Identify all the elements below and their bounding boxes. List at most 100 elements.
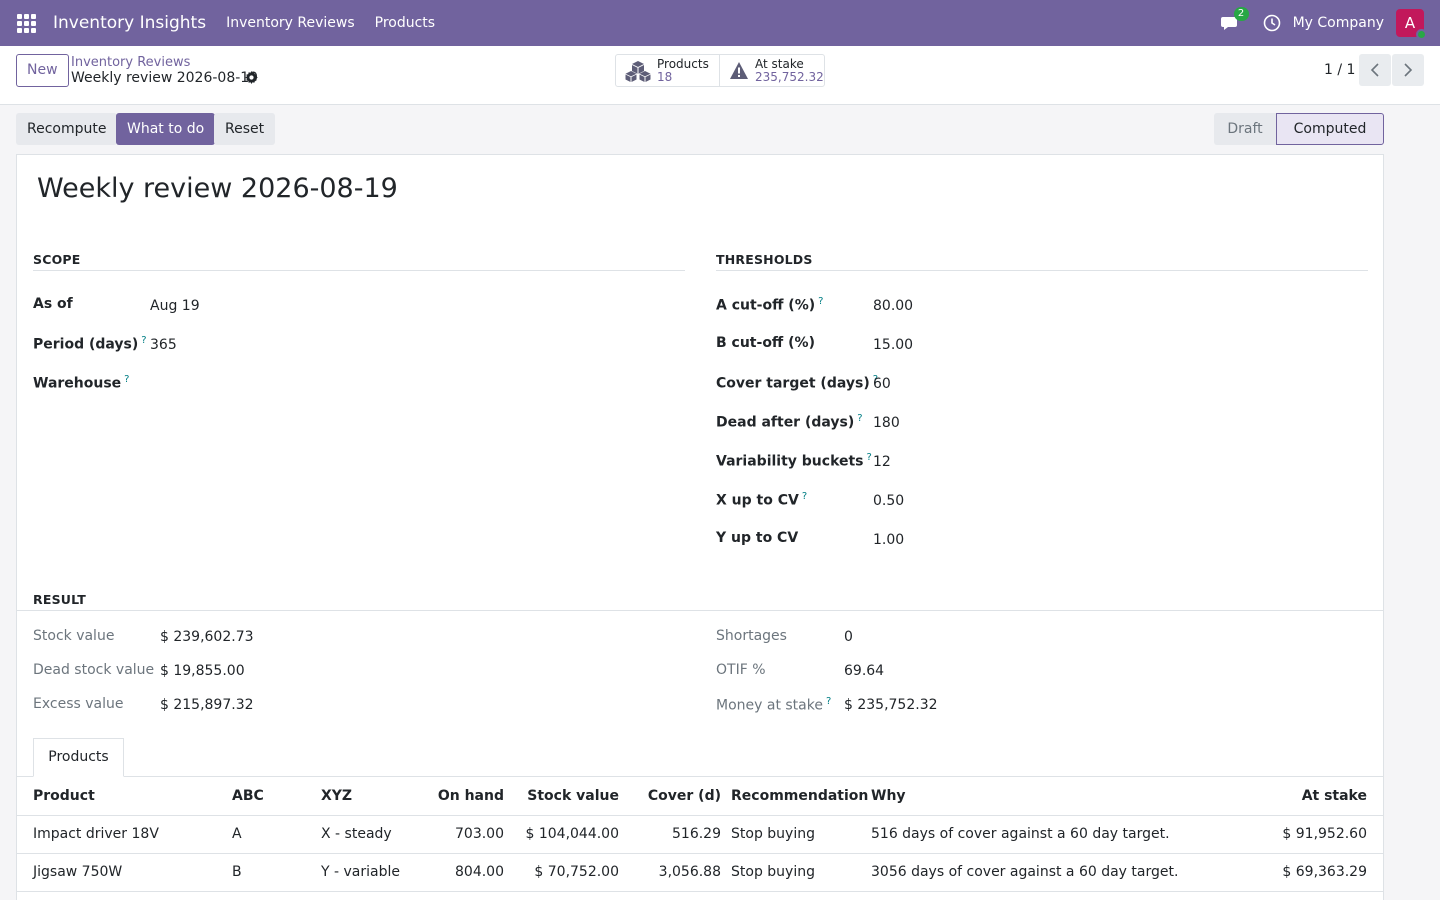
help-icon[interactable]: ? <box>857 413 862 424</box>
app-menu-icon[interactable] <box>17 12 43 34</box>
status-draft[interactable]: Draft <box>1214 113 1276 145</box>
clock-icon[interactable] <box>1263 14 1281 32</box>
excess-value-field: $ 215,897.32 <box>160 697 254 713</box>
y-cv-label: Y up to CV <box>716 530 799 546</box>
cell-cover: 3,056.88 <box>619 853 721 892</box>
company-switcher[interactable]: My Company <box>1293 15 1384 31</box>
col-on-hand[interactable]: On hand <box>421 777 504 816</box>
excess-value-label: Excess value <box>33 696 124 712</box>
products-table: Product ABC XYZ On hand Stock value Cove… <box>17 777 1383 892</box>
smart-stake-value: 235,752.32 <box>755 69 824 84</box>
col-xyz[interactable]: XYZ <box>321 777 421 816</box>
a-cutoff-label: A cut-off (%)? <box>716 296 824 314</box>
y-cv-field[interactable]: 1.00 <box>873 532 904 548</box>
smart-stake-label: At stake <box>755 56 804 71</box>
money-at-stake-field: $ 235,752.32 <box>844 697 938 713</box>
at-stake-smart-button[interactable]: At stake 235,752.32 <box>719 54 825 87</box>
cell-on-hand: 804.00 <box>421 853 504 892</box>
cell-xyz: X - steady <box>321 815 421 854</box>
cover-target-field[interactable]: 60 <box>873 376 891 392</box>
col-cover[interactable]: Cover (d) <box>619 777 721 816</box>
pager-previous-button[interactable] <box>1359 54 1391 86</box>
col-why[interactable]: Why <box>871 777 1243 816</box>
otif-field: 69.64 <box>844 663 885 679</box>
help-icon[interactable]: ? <box>141 335 146 346</box>
control-panel: New Inventory Reviews Weekly review 2026… <box>0 46 1440 105</box>
scope-divider <box>33 270 685 271</box>
status-computed[interactable]: Computed <box>1276 113 1384 145</box>
x-cv-field[interactable]: 0.50 <box>873 493 904 509</box>
col-recommendation[interactable]: Recommendation <box>721 777 871 816</box>
as-of-field[interactable]: Aug 19 <box>150 298 200 314</box>
avatar[interactable]: A <box>1396 9 1427 40</box>
table-row[interactable]: Impact driver 18V A X - steady 703.00 $ … <box>17 815 1383 854</box>
warehouse-label: Warehouse? <box>33 374 130 392</box>
warning-icon <box>730 62 748 79</box>
pager-next-button[interactable] <box>1392 54 1424 86</box>
table-header-row: Product ABC XYZ On hand Stock value Cove… <box>17 777 1383 816</box>
new-button[interactable]: New <box>16 54 69 87</box>
products-smart-button[interactable]: Products 18 <box>615 54 720 87</box>
cell-on-hand: 703.00 <box>421 815 504 854</box>
cell-stock-value: $ 70,752.00 <box>504 853 619 892</box>
scope-heading: SCOPE <box>33 252 81 267</box>
status-bar: Draft Computed <box>1214 113 1384 145</box>
dead-after-field[interactable]: 180 <box>873 415 900 431</box>
help-icon[interactable]: ? <box>124 374 129 385</box>
avatar-initial: A <box>1404 14 1416 32</box>
result-heading: RESULT <box>33 592 86 607</box>
cell-abc: B <box>232 853 321 892</box>
cell-at-stake: $ 91,952.60 <box>1243 815 1383 854</box>
breadcrumb[interactable]: Inventory Reviews <box>71 55 190 70</box>
cell-xyz: Y - variable <box>321 853 421 892</box>
col-at-stake[interactable]: At stake <box>1243 777 1383 816</box>
form-sheet: Weekly review 2026-08-19 SCOPE As of Aug… <box>16 154 1384 900</box>
app-brand[interactable]: Inventory Insights <box>53 13 206 33</box>
smart-products-label: Products <box>657 56 709 71</box>
help-icon[interactable]: ? <box>867 452 872 463</box>
variability-buckets-field[interactable]: 12 <box>873 454 891 470</box>
shortages-field: 0 <box>844 629 853 645</box>
cell-product: Impact driver 18V <box>17 815 232 854</box>
chevron-right-icon <box>1404 63 1413 77</box>
record-title[interactable]: Weekly review 2026-08-19 <box>37 173 398 204</box>
dead-stock-field: $ 19,855.00 <box>160 663 245 679</box>
cell-why: 516 days of cover against a 60 day targe… <box>871 815 1243 854</box>
cover-target-label: Cover target (days)? <box>716 374 879 392</box>
recompute-button[interactable]: Recompute <box>16 113 118 145</box>
shortages-label: Shortages <box>716 628 787 644</box>
period-field[interactable]: 365 <box>150 337 177 353</box>
stock-value-field: $ 239,602.73 <box>160 629 254 645</box>
smart-products-value: 18 <box>657 69 673 84</box>
chat-icon[interactable]: 2 <box>1220 7 1249 33</box>
cell-cover: 516.29 <box>619 815 721 854</box>
warehouse-field[interactable] <box>150 376 650 396</box>
gear-icon[interactable] <box>245 71 258 84</box>
help-icon[interactable]: ? <box>802 491 807 502</box>
col-abc[interactable]: ABC <box>232 777 321 816</box>
what-to-do-button[interactable]: What to do <box>116 113 216 145</box>
chat-count-badge: 2 <box>1233 7 1249 21</box>
online-status-dot <box>1416 29 1427 40</box>
b-cutoff-field[interactable]: 15.00 <box>873 337 913 353</box>
cell-stock-value: $ 104,044.00 <box>504 815 619 854</box>
result-divider <box>17 610 1383 611</box>
col-stock-value[interactable]: Stock value <box>504 777 619 816</box>
help-icon[interactable]: ? <box>818 296 823 307</box>
reset-button[interactable]: Reset <box>214 113 276 145</box>
tab-products[interactable]: Products <box>33 738 124 777</box>
b-cutoff-label: B cut-off (%) <box>716 335 815 351</box>
table-row[interactable]: Jigsaw 750W B Y - variable 804.00 $ 70,7… <box>17 853 1383 892</box>
cubes-icon <box>625 60 651 82</box>
a-cutoff-field[interactable]: 80.00 <box>873 298 913 314</box>
menu-products[interactable]: Products <box>375 15 435 31</box>
col-product[interactable]: Product <box>17 777 232 816</box>
period-label: Period (days)? <box>33 335 147 353</box>
help-icon[interactable]: ? <box>826 696 831 707</box>
stock-value-label: Stock value <box>33 628 115 644</box>
menu-inventory-reviews[interactable]: Inventory Reviews <box>226 15 355 31</box>
pager-value[interactable]: 1 / 1 <box>1324 62 1355 78</box>
dead-stock-label: Dead stock value <box>33 662 155 678</box>
money-at-stake-label: Money at stake? <box>716 696 832 714</box>
cell-why: 3056 days of cover against a 60 day targ… <box>871 853 1243 892</box>
